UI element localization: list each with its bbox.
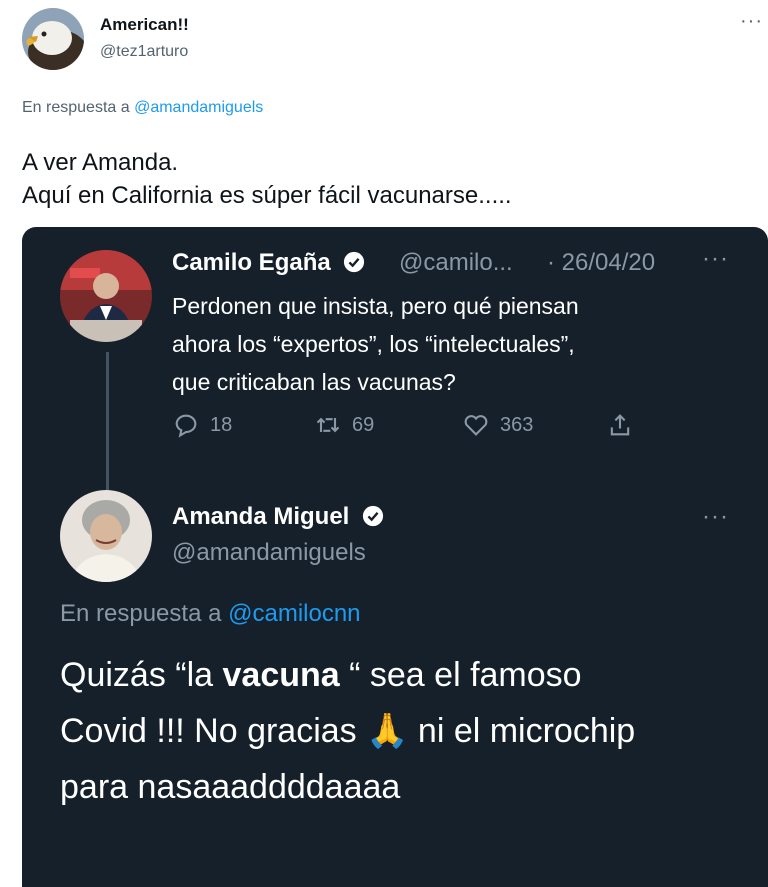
amanda-name-text: Amanda Miguel <box>172 503 350 530</box>
more-icon: ··· <box>702 503 729 530</box>
retweet-icon <box>316 417 340 433</box>
user-handle[interactable]: @tez1arturo <box>100 43 188 61</box>
tweet-text-line: ahora los “expertos”, los “intelectuales… <box>172 331 575 357</box>
tweet-card: American!! @tez1arturo ··· En respuesta … <box>0 0 768 887</box>
more-icon[interactable]: ··· <box>740 10 763 33</box>
camilo-avatar <box>60 250 152 342</box>
share-icon <box>610 414 630 436</box>
tweet-text-line: para nasaaaddddaaaa <box>60 768 401 806</box>
tweet-text-line: Quizás “la vacuna “ sea el famoso <box>60 647 635 703</box>
reply-mention-link[interactable]: @amandamiguels <box>134 99 263 116</box>
amanda-avatar <box>60 490 152 582</box>
verified-icon <box>362 505 384 527</box>
reply-count: 18 <box>210 413 233 436</box>
text-bold-segment: vacuna <box>222 656 340 694</box>
tweet-text-line: Covid !!! No gracias 🙏 ni el microchip <box>60 703 635 759</box>
camilo-name: Camilo Egaña <box>172 249 365 277</box>
tweet-text-line: A ver Amanda. <box>22 149 179 176</box>
tweet-text-line: Aquí en California es súper fácil vacuna… <box>22 182 512 209</box>
reply-mention-link: @camilocnn <box>228 600 361 627</box>
reply-context: En respuesta a @amandamiguels <box>22 99 263 117</box>
retweet-action: 69 <box>314 410 374 440</box>
amanda-tweet-text: Quizás “la vacuna “ sea el famoso Covid … <box>60 647 635 815</box>
display-name[interactable]: American!! <box>100 15 189 35</box>
text-segment: Quizás “la <box>60 656 223 694</box>
camilo-name-text: Camilo Egaña <box>172 249 331 276</box>
text-segment: Covid !!! No gracias <box>60 712 367 750</box>
amanda-name: Amanda Miguel <box>172 503 384 531</box>
attached-image[interactable]: Camilo Egaña @camilo... · 26/04/20 ··· P… <box>22 227 768 887</box>
text-segment: “ sea el famoso <box>339 656 582 694</box>
camilo-handle: @camilo... <box>399 249 513 276</box>
reply-context: En respuesta a @camilocnn <box>60 600 361 628</box>
tweet-text-line: que criticaban las vacunas? <box>172 369 456 395</box>
share-action <box>606 410 634 440</box>
more-icon: ··· <box>702 245 729 272</box>
eagle-avatar[interactable] <box>22 8 84 70</box>
reply-icon <box>175 414 197 438</box>
tweet-text-line: Perdonen que insista, pero qué piensan <box>172 293 579 319</box>
camilo-tweet-text: Perdonen que insista, pero qué piensan a… <box>172 287 579 401</box>
like-count: 363 <box>500 413 534 436</box>
reply-prefix: En respuesta a <box>60 600 222 627</box>
reply-prefix: En respuesta a <box>22 99 130 116</box>
tweet-date: · 26/04/20 <box>547 249 656 276</box>
amanda-handle: @amandamiguels <box>172 539 366 566</box>
tweet-text: A ver Amanda. Aquí en California es súpe… <box>22 146 742 212</box>
like-action: 363 <box>462 410 533 440</box>
like-icon <box>464 415 488 436</box>
thread-connector <box>106 352 109 502</box>
verified-icon <box>344 251 365 273</box>
reply-action: 18 <box>172 410 232 440</box>
text-segment: ni el microchip <box>408 712 636 750</box>
praying-hands-emoji: 🙏 <box>366 712 409 750</box>
retweet-count: 69 <box>352 413 375 436</box>
